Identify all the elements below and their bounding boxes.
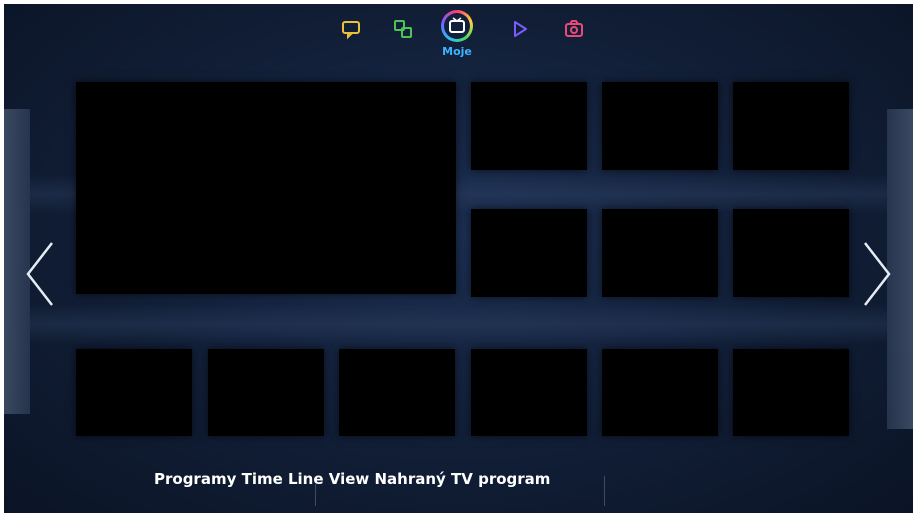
content-tile[interactable] xyxy=(76,349,192,436)
content-tile[interactable] xyxy=(471,209,587,297)
content-tile[interactable] xyxy=(733,82,849,170)
shelf-band xyxy=(30,304,887,344)
featured-content-tile[interactable] xyxy=(76,82,456,294)
top-tab-bar: Moje xyxy=(4,4,913,64)
active-tab-label: Moje xyxy=(442,45,472,58)
previous-page-button[interactable] xyxy=(22,239,58,309)
content-tile[interactable] xyxy=(339,349,455,436)
bottom-caption: Programy Time Line View Nahraný TV progr… xyxy=(154,470,551,488)
camera-icon xyxy=(565,20,583,37)
divider xyxy=(315,484,316,506)
play-icon xyxy=(514,21,527,37)
tv-icon xyxy=(449,17,465,33)
content-tile[interactable] xyxy=(602,82,718,170)
tab-movies[interactable] xyxy=(509,18,531,40)
tab-social[interactable] xyxy=(340,18,362,40)
content-tile[interactable] xyxy=(471,82,587,170)
apps-icon xyxy=(394,20,412,38)
content-tile[interactable] xyxy=(602,209,718,297)
next-page-button[interactable] xyxy=(859,239,895,309)
content-tile[interactable] xyxy=(733,349,849,436)
content-tile[interactable] xyxy=(733,209,849,297)
content-tile[interactable] xyxy=(602,349,718,436)
tab-on-tv[interactable] xyxy=(441,10,473,42)
divider xyxy=(604,476,605,506)
content-tile[interactable] xyxy=(208,349,324,436)
chevron-left-icon xyxy=(26,242,53,306)
tab-apps[interactable] xyxy=(392,18,414,40)
smart-hub-screen: Moje Programy Time Line View Nahraný TV … xyxy=(4,4,913,513)
content-tile[interactable] xyxy=(471,349,587,436)
chevron-right-icon xyxy=(864,242,891,306)
chat-bubble-icon xyxy=(342,21,360,40)
tab-photos[interactable] xyxy=(563,18,585,40)
